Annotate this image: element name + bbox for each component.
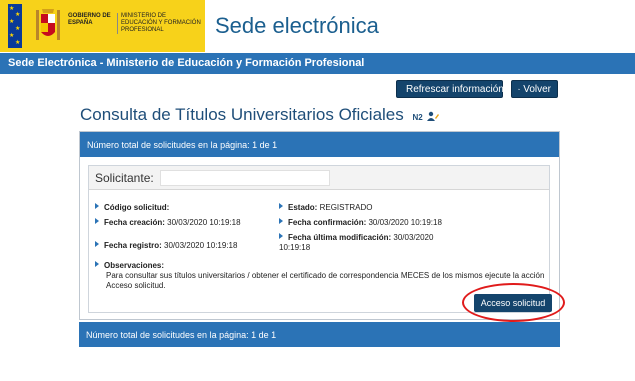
bullet-icon — [279, 233, 283, 239]
bullet-icon — [95, 218, 99, 224]
back-arrow-icon — [518, 88, 520, 90]
site-header: ★ ★ ★ ★ ★ ★ GOBIERNO DE ESPAÑA MINISTERIO D… — [0, 0, 635, 52]
page-title: Consulta de Títulos Universitarios Ofici… — [80, 105, 440, 125]
government-logo[interactable]: ★ ★ ★ ★ ★ ★ GOBIERNO DE ESPAÑA MINISTERIO D… — [0, 0, 205, 52]
bullet-icon — [95, 241, 99, 247]
bullet-icon — [95, 261, 99, 267]
bullet-icon — [279, 203, 283, 209]
observations-item: Observaciones: — [95, 261, 164, 271]
refresh-button[interactable]: Refrescar información — [396, 80, 504, 98]
confirmed-label: Fecha confirmación: — [288, 218, 367, 227]
confirmed-value: 30/03/2020 10:19:18 — [368, 218, 442, 227]
highlight-ellipse — [462, 283, 565, 322]
applicant-label: Solicitante: — [95, 170, 154, 185]
observations-label: Observaciones: — [104, 261, 165, 270]
bullet-icon — [95, 203, 99, 209]
ministry-label: MINISTERIO DE EDUCACIÓN Y FORMACIÓN PROF… — [117, 13, 203, 34]
panel-header: Número total de solicitudes en la página… — [80, 132, 559, 157]
applicant-value — [159, 169, 330, 186]
registered-value: 30/03/2020 10:19:18 — [164, 241, 238, 250]
created-value: 30/03/2020 10:19:18 — [167, 218, 241, 227]
modified-item: Fecha última modificación: 30/03/2020 10… — [279, 233, 439, 253]
refresh-label: Refrescar información — [406, 83, 504, 95]
code-label: Código solicitud: — [104, 203, 170, 212]
status-value: REGISTRADO — [319, 203, 373, 212]
back-button[interactable]: Volver — [511, 80, 558, 98]
created-label: Fecha creación: — [104, 218, 165, 227]
level-badge: N2 — [412, 113, 423, 122]
bullet-icon — [279, 218, 283, 224]
page-title-text: Consulta de Títulos Universitarios Ofici… — [80, 105, 404, 124]
eu-flag-icon: ★ ★ ★ ★ ★ ★ — [8, 4, 22, 48]
modified-label: Fecha última modificación: — [288, 233, 392, 242]
confirmed-item: Fecha confirmación: 30/03/2020 10:19:18 — [279, 218, 442, 228]
panel-footer: Número total de solicitudes en la página… — [79, 322, 560, 347]
gov-label: GOBIERNO DE ESPAÑA — [68, 13, 111, 26]
site-title[interactable]: Sede electrónica — [215, 13, 379, 39]
code-item: Código solicitud: — [95, 203, 169, 213]
status-label: Estado: — [288, 203, 318, 212]
registered-item: Fecha registro: 30/03/2020 10:19:18 — [95, 241, 237, 251]
registered-label: Fecha registro: — [104, 241, 162, 250]
back-label: Volver — [523, 83, 551, 95]
applicant-row: Solicitante: — [89, 166, 549, 190]
coat-of-arms-icon — [36, 9, 60, 40]
user-edit-icon — [427, 111, 440, 121]
status-item: Estado: REGISTRADO — [279, 203, 372, 213]
created-item: Fecha creación: 30/03/2020 10:19:18 — [95, 218, 241, 228]
breadcrumb-bar: Sede Electrónica - Ministerio de Educaci… — [0, 53, 635, 74]
